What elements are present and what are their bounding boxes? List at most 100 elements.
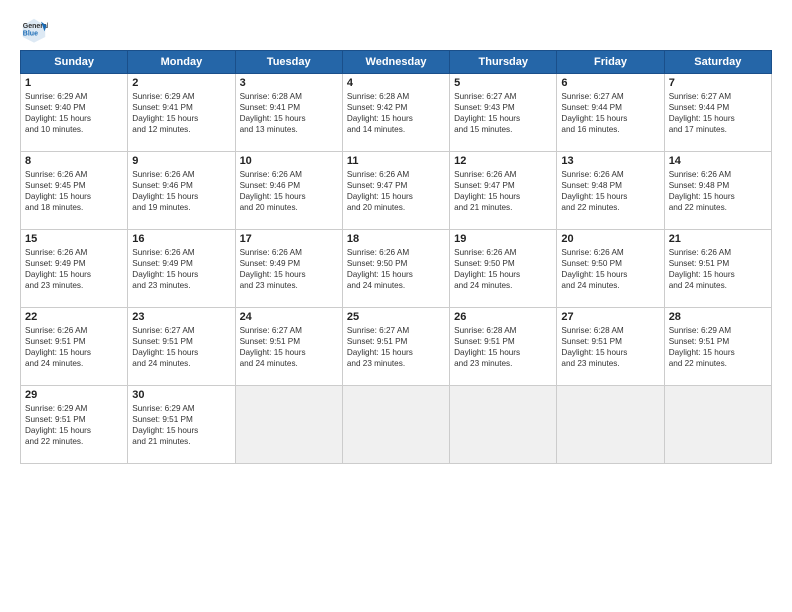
calendar-cell: 18Sunrise: 6:26 AM Sunset: 9:50 PM Dayli… xyxy=(342,230,449,308)
day-info: Sunrise: 6:29 AM Sunset: 9:51 PM Dayligh… xyxy=(669,325,767,369)
calendar-cell xyxy=(664,386,771,464)
calendar-cell xyxy=(557,386,664,464)
logo-icon: General Blue xyxy=(20,16,48,44)
calendar-cell: 28 Sunrise: 6:29 AM Sunset: 9:51 PM Dayli… xyxy=(664,308,771,386)
day-number: 12 xyxy=(454,155,552,167)
day-info: Sunrise: 6:26 AM Sunset: 9:49 PM Dayligh… xyxy=(132,247,230,291)
logo: General Blue xyxy=(20,16,52,44)
calendar-cell: 6 Sunrise: 6:27 AM Sunset: 9:44 PM Daylig… xyxy=(557,74,664,152)
day-info: Sunrise: 6:27 AM Sunset: 9:51 PM Dayligh… xyxy=(132,325,230,369)
day-info: Sunrise: 6:29 AM Sunset: 9:40 PM Dayligh… xyxy=(25,91,123,135)
calendar-cell: 14 Sunrise: 6:26 AM Sunset: 9:48 PM Dayli… xyxy=(664,152,771,230)
day-number: 28 xyxy=(669,311,767,323)
day-number: 4 xyxy=(347,77,445,89)
day-number: 19 xyxy=(454,233,552,245)
calendar-week-row: 29Sunrise: 6:29 AM Sunset: 9:51 PM Dayli… xyxy=(21,386,772,464)
col-wednesday: Wednesday xyxy=(342,51,449,74)
day-info: Sunrise: 6:26 AM Sunset: 9:47 PM Dayligh… xyxy=(347,169,445,213)
day-info: Sunrise: 6:26 AM Sunset: 9:50 PM Dayligh… xyxy=(454,247,552,291)
svg-text:Blue: Blue xyxy=(23,31,38,38)
calendar-cell: 21 Sunrise: 6:26 AM Sunset: 9:51 PM Dayli… xyxy=(664,230,771,308)
day-info: Sunrise: 6:27 AM Sunset: 9:44 PM Dayligh… xyxy=(561,91,659,135)
day-info: Sunrise: 6:26 AM Sunset: 9:51 PM Dayligh… xyxy=(669,247,767,291)
day-number: 11 xyxy=(347,155,445,167)
calendar-cell: 3 Sunrise: 6:28 AM Sunset: 9:41 PM Daylig… xyxy=(235,74,342,152)
calendar-cell xyxy=(450,386,557,464)
day-info: Sunrise: 6:27 AM Sunset: 9:51 PM Dayligh… xyxy=(347,325,445,369)
calendar-cell: 8 Sunrise: 6:26 AM Sunset: 9:45 PM Daylig… xyxy=(21,152,128,230)
day-number: 13 xyxy=(561,155,659,167)
day-number: 6 xyxy=(561,77,659,89)
col-thursday: Thursday xyxy=(450,51,557,74)
calendar-cell: 1Sunrise: 6:29 AM Sunset: 9:40 PM Daylig… xyxy=(21,74,128,152)
day-info: Sunrise: 6:26 AM Sunset: 9:51 PM Dayligh… xyxy=(25,325,123,369)
day-info: Sunrise: 6:26 AM Sunset: 9:49 PM Dayligh… xyxy=(25,247,123,291)
day-info: Sunrise: 6:26 AM Sunset: 9:48 PM Dayligh… xyxy=(669,169,767,213)
day-info: Sunrise: 6:26 AM Sunset: 9:46 PM Dayligh… xyxy=(240,169,338,213)
day-info: Sunrise: 6:26 AM Sunset: 9:50 PM Dayligh… xyxy=(347,247,445,291)
day-info: Sunrise: 6:27 AM Sunset: 9:44 PM Dayligh… xyxy=(669,91,767,135)
day-number: 2 xyxy=(132,77,230,89)
calendar-cell: 4 Sunrise: 6:28 AM Sunset: 9:42 PM Daylig… xyxy=(342,74,449,152)
calendar-cell: 20 Sunrise: 6:26 AM Sunset: 9:50 PM Dayli… xyxy=(557,230,664,308)
day-info: Sunrise: 6:26 AM Sunset: 9:45 PM Dayligh… xyxy=(25,169,123,213)
day-info: Sunrise: 6:29 AM Sunset: 9:41 PM Dayligh… xyxy=(132,91,230,135)
day-number: 22 xyxy=(25,311,123,323)
calendar-cell: 11 Sunrise: 6:26 AM Sunset: 9:47 PM Dayli… xyxy=(342,152,449,230)
calendar-cell: 29Sunrise: 6:29 AM Sunset: 9:51 PM Dayli… xyxy=(21,386,128,464)
calendar-cell xyxy=(235,386,342,464)
day-number: 29 xyxy=(25,389,123,401)
day-number: 21 xyxy=(669,233,767,245)
calendar-cell: 15 Sunrise: 6:26 AM Sunset: 9:49 PM Dayli… xyxy=(21,230,128,308)
day-number: 15 xyxy=(25,233,123,245)
day-number: 3 xyxy=(240,77,338,89)
calendar-cell: 27 Sunrise: 6:28 AM Sunset: 9:51 PM Dayli… xyxy=(557,308,664,386)
day-number: 25 xyxy=(347,311,445,323)
calendar-cell: 16 Sunrise: 6:26 AM Sunset: 9:49 PM Dayli… xyxy=(128,230,235,308)
calendar-cell: 2 Sunrise: 6:29 AM Sunset: 9:41 PM Daylig… xyxy=(128,74,235,152)
calendar-cell: 13Sunrise: 6:26 AM Sunset: 9:48 PM Dayli… xyxy=(557,152,664,230)
calendar-table: Sunday Monday Tuesday Wednesday Thursday… xyxy=(20,50,772,464)
day-info: Sunrise: 6:26 AM Sunset: 9:50 PM Dayligh… xyxy=(561,247,659,291)
calendar-cell: 12Sunrise: 6:26 AM Sunset: 9:47 PM Dayli… xyxy=(450,152,557,230)
day-number: 30 xyxy=(132,389,230,401)
calendar-week-row: 8 Sunrise: 6:26 AM Sunset: 9:45 PM Daylig… xyxy=(21,152,772,230)
day-number: 8 xyxy=(25,155,123,167)
calendar-week-row: 22 Sunrise: 6:26 AM Sunset: 9:51 PM Dayli… xyxy=(21,308,772,386)
day-info: Sunrise: 6:27 AM Sunset: 9:51 PM Dayligh… xyxy=(240,325,338,369)
calendar-header-row: Sunday Monday Tuesday Wednesday Thursday… xyxy=(21,51,772,74)
calendar-cell: 25 Sunrise: 6:27 AM Sunset: 9:51 PM Dayli… xyxy=(342,308,449,386)
calendar-cell xyxy=(342,386,449,464)
day-info: Sunrise: 6:28 AM Sunset: 9:42 PM Dayligh… xyxy=(347,91,445,135)
col-sunday: Sunday xyxy=(21,51,128,74)
day-number: 17 xyxy=(240,233,338,245)
day-number: 14 xyxy=(669,155,767,167)
header: General Blue xyxy=(20,16,772,44)
day-number: 23 xyxy=(132,311,230,323)
calendar-cell: 26 Sunrise: 6:28 AM Sunset: 9:51 PM Dayli… xyxy=(450,308,557,386)
calendar-cell: 24Sunrise: 6:27 AM Sunset: 9:51 PM Dayli… xyxy=(235,308,342,386)
calendar-cell: 9Sunrise: 6:26 AM Sunset: 9:46 PM Daylig… xyxy=(128,152,235,230)
day-info: Sunrise: 6:26 AM Sunset: 9:49 PM Dayligh… xyxy=(240,247,338,291)
calendar-cell: 22 Sunrise: 6:26 AM Sunset: 9:51 PM Dayli… xyxy=(21,308,128,386)
calendar-cell: 10Sunrise: 6:26 AM Sunset: 9:46 PM Dayli… xyxy=(235,152,342,230)
calendar-cell: 30Sunrise: 6:29 AM Sunset: 9:51 PM Dayli… xyxy=(128,386,235,464)
day-info: Sunrise: 6:28 AM Sunset: 9:51 PM Dayligh… xyxy=(561,325,659,369)
day-number: 26 xyxy=(454,311,552,323)
day-info: Sunrise: 6:27 AM Sunset: 9:43 PM Dayligh… xyxy=(454,91,552,135)
col-saturday: Saturday xyxy=(664,51,771,74)
day-number: 27 xyxy=(561,311,659,323)
col-friday: Friday xyxy=(557,51,664,74)
calendar-cell: 5Sunrise: 6:27 AM Sunset: 9:43 PM Daylig… xyxy=(450,74,557,152)
day-number: 20 xyxy=(561,233,659,245)
calendar-cell: 23 Sunrise: 6:27 AM Sunset: 9:51 PM Dayli… xyxy=(128,308,235,386)
day-info: Sunrise: 6:28 AM Sunset: 9:41 PM Dayligh… xyxy=(240,91,338,135)
col-monday: Monday xyxy=(128,51,235,74)
day-number: 9 xyxy=(132,155,230,167)
page: General Blue Sunday Monday Tuesday Wedne… xyxy=(0,0,792,612)
day-info: Sunrise: 6:28 AM Sunset: 9:51 PM Dayligh… xyxy=(454,325,552,369)
day-number: 7 xyxy=(669,77,767,89)
day-number: 16 xyxy=(132,233,230,245)
calendar-week-row: 15 Sunrise: 6:26 AM Sunset: 9:49 PM Dayli… xyxy=(21,230,772,308)
calendar-cell: 19 Sunrise: 6:26 AM Sunset: 9:50 PM Dayli… xyxy=(450,230,557,308)
